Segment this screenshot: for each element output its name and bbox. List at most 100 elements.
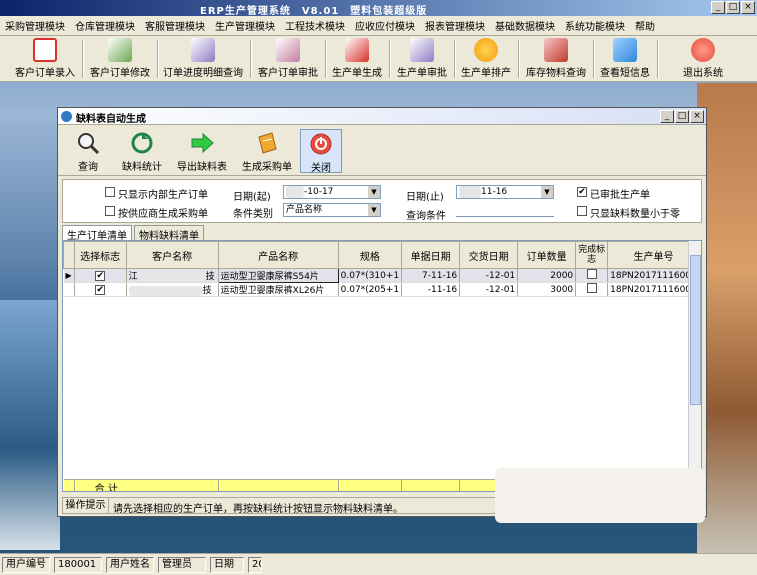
app-close-button[interactable]: × xyxy=(741,1,755,14)
stats-icon xyxy=(129,131,155,155)
toolbar-message-button[interactable]: 查看短信息 xyxy=(597,36,653,82)
toolbar-label: 客户订单修改 xyxy=(90,68,150,79)
toolbar-label: 客户订单审批 xyxy=(258,68,318,79)
chevron-down-icon: ▼ xyxy=(368,204,380,216)
hint-text: 请先选择相应的生产订单，再按缺料统计按钮显示物料缺料清单。 xyxy=(113,504,403,515)
date-value: 20 xyxy=(248,557,262,573)
date-from-picker[interactable]: 20-10-17 ▼ xyxy=(283,185,381,199)
product-cell: 运动型卫婴康尿裤S54片 xyxy=(217,268,339,283)
close-window-button[interactable]: 关闭 xyxy=(300,129,342,174)
chevron-down-icon: ▼ xyxy=(368,186,380,198)
generate-icon xyxy=(345,38,369,62)
by-supplier-checkbox[interactable] xyxy=(105,206,115,216)
order-no-cell: 18PN20171116002 xyxy=(607,282,700,297)
row-select-checkbox[interactable]: ✔ xyxy=(95,284,106,295)
toolbar-exit-button[interactable]: 退出系统 xyxy=(668,36,738,82)
purchase-icon xyxy=(254,131,280,155)
table-row[interactable]: ✔ x技 运动型卫婴康尿裤XL26片 0.07*(205+1 -11-16 -1… xyxy=(63,282,700,297)
toolbar-label: 生产单生成 xyxy=(332,68,382,79)
approve-icon xyxy=(276,38,300,62)
query-button[interactable]: 查询 xyxy=(64,129,112,173)
category-select[interactable]: 产品名称 ▼ xyxy=(283,203,381,217)
col-doc-date[interactable]: 单据日期 xyxy=(401,241,461,269)
menu-purchase[interactable]: 采购管理模块 xyxy=(0,18,70,33)
only-internal-label: 只显示内部生产订单 xyxy=(118,190,208,201)
product-cell: 运动型卫婴康尿裤XL26片 xyxy=(218,282,339,297)
exit-icon xyxy=(691,38,715,62)
toolbar-label: 订单进度明细查询 xyxy=(163,68,243,79)
done-checkbox[interactable] xyxy=(586,269,597,279)
date-to-picker[interactable]: 2011-16 ▼ xyxy=(456,185,554,199)
tab-material-shortage[interactable]: 物料缺料清单 xyxy=(134,225,204,242)
condition-label: 查询条件 xyxy=(406,211,446,222)
col-order-no[interactable]: 生产单号 xyxy=(607,241,700,269)
col-done[interactable]: 完成标志 xyxy=(575,241,609,269)
toolbar-schedule-button[interactable]: 生产单排产 xyxy=(458,36,514,82)
tab-production-orders[interactable]: 生产订单清单 xyxy=(62,225,132,242)
close-label: 关闭 xyxy=(311,163,331,174)
only-negative-checkbox[interactable] xyxy=(577,206,587,216)
only-internal-checkbox[interactable] xyxy=(105,187,115,197)
menu-help[interactable]: 帮助 xyxy=(630,18,660,33)
toolbar-generate-button[interactable]: 生产单生成 xyxy=(329,36,385,82)
window-minimize-button[interactable]: _ xyxy=(660,110,674,123)
menu-receivable-payable[interactable]: 应收应付模块 xyxy=(350,18,420,33)
window-maximize-button[interactable]: □ xyxy=(675,110,689,123)
generate-purchase-button[interactable]: 生成采购单 xyxy=(236,129,298,173)
menu-engineering[interactable]: 工程技术模块 xyxy=(280,18,350,33)
menu-production[interactable]: 生产管理模块 xyxy=(210,18,280,33)
export-button[interactable]: 导出缺料表 xyxy=(172,129,232,173)
col-select[interactable]: 选择标志 xyxy=(73,241,127,269)
toolbar-order-entry-button[interactable]: 客户订单录入 xyxy=(10,36,80,82)
qty-cell: 2000 xyxy=(517,268,577,283)
menu-system[interactable]: 系统功能模块 xyxy=(560,18,630,33)
menu-reports[interactable]: 报表管理模块 xyxy=(420,18,490,33)
done-checkbox[interactable] xyxy=(586,283,597,293)
col-due-date[interactable]: 交货日期 xyxy=(459,241,519,269)
schedule-icon xyxy=(474,38,498,62)
redacted-overlay xyxy=(495,468,705,523)
menu-bar: 采购管理模块 仓库管理模块 客服管理模块 生产管理模块 工程技术模块 应收应付模… xyxy=(0,16,757,36)
toolbar-label: 退出系统 xyxy=(683,68,723,79)
date-from-value: -10-17 xyxy=(304,187,334,197)
order-no-cell: 18PN20171116001 xyxy=(607,268,700,283)
col-spec[interactable]: 规格 xyxy=(337,241,403,269)
category-label: 条件类别 xyxy=(233,209,273,220)
shortage-stats-button[interactable]: 缺料统计 xyxy=(116,129,168,173)
menu-warehouse[interactable]: 仓库管理模块 xyxy=(70,18,140,33)
app-minimize-button[interactable]: _ xyxy=(711,1,725,14)
toolbar-order-edit-button[interactable]: 客户订单修改 xyxy=(86,36,154,82)
category-value: 产品名称 xyxy=(286,205,323,215)
doc-date-cell: -11-16 xyxy=(401,282,461,297)
grid-vertical-scrollbar[interactable] xyxy=(688,241,701,491)
row-select-checkbox[interactable]: ✔ xyxy=(95,270,106,281)
total-label: 合 计 xyxy=(74,479,219,491)
window-close-button[interactable]: × xyxy=(690,110,704,123)
col-qty[interactable]: 订单数量 xyxy=(517,241,577,269)
app-title-bar: ERP生产管理系统 V8.01 塑料包装超级版 _ □ × xyxy=(0,0,757,17)
col-product[interactable]: 产品名称 xyxy=(217,241,339,269)
orders-table: 选择标志 客户名称 产品名称 规格 单据日期 交货日期 订单数量 完成标志 生产… xyxy=(63,241,700,491)
menu-base-data[interactable]: 基础数据模块 xyxy=(490,18,560,33)
toolbar-inventory-button[interactable]: 库存物料查询 xyxy=(522,36,590,82)
user-id-label: 用户编号 xyxy=(2,557,50,573)
spec-cell: 0.07*(205+1 xyxy=(338,282,403,297)
table-row[interactable]: ▶ ✔ 江x技 运动型卫婴康尿裤S54片 0.07*(310+1 7-11-16… xyxy=(63,268,700,283)
export-label: 导出缺料表 xyxy=(177,162,227,173)
generate-purchase-label: 生成采购单 xyxy=(242,162,292,173)
main-toolbar: 客户订单录入 客户订单修改 订单进度明细查询 客户订单审批 生产单生成 生产单审… xyxy=(0,36,757,82)
production-approve-icon xyxy=(410,38,434,62)
toolbar-production-approve-button[interactable]: 生产单审批 xyxy=(393,36,451,82)
window-toolbar: 查询 缺料统计 导出缺料表 生成采购单 关闭 xyxy=(58,126,706,176)
condition-input[interactable] xyxy=(456,203,554,217)
due-date-cell: -12-01 xyxy=(459,268,519,283)
edit-order-icon xyxy=(108,38,132,62)
col-customer[interactable]: 客户名称 xyxy=(125,241,219,269)
spec-cell: 0.07*(310+1 xyxy=(338,268,403,283)
toolbar-progress-button[interactable]: 订单进度明细查询 xyxy=(160,36,246,82)
menu-customer-service[interactable]: 客服管理模块 xyxy=(140,18,210,33)
approved-checkbox[interactable]: ✔ xyxy=(577,187,587,197)
app-maximize-button[interactable]: □ xyxy=(726,1,740,14)
toolbar-order-approve-button[interactable]: 客户订单审批 xyxy=(254,36,322,82)
hint-label: 操作提示 xyxy=(63,498,109,513)
